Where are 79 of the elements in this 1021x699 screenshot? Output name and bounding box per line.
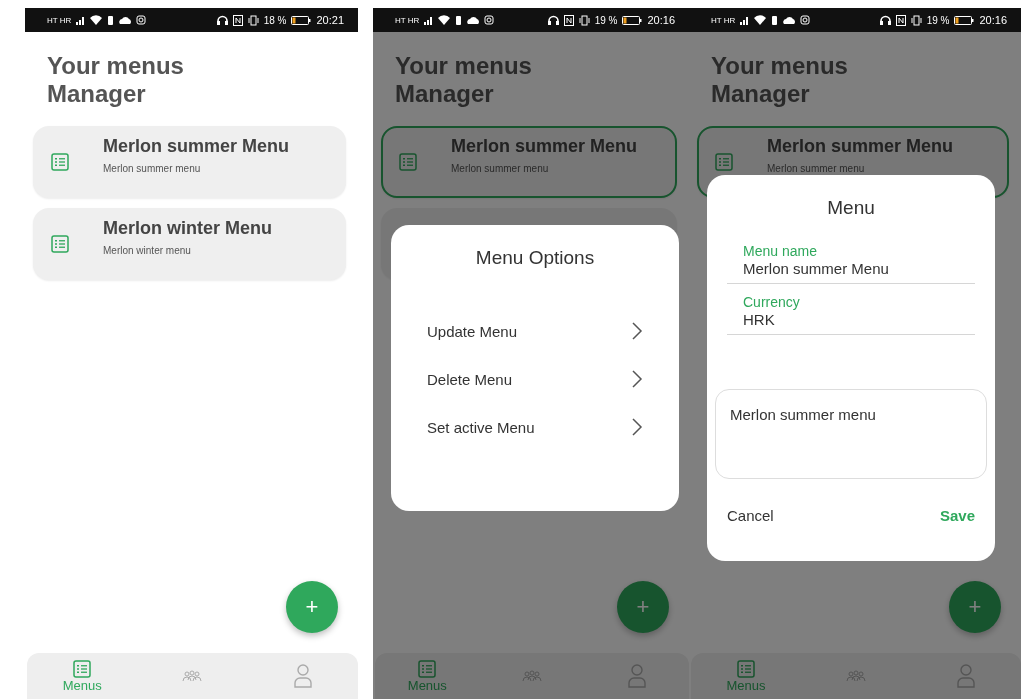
cloud-icon [467,15,480,25]
menu-title: Merlon summer Menu [767,136,954,157]
nfc-icon [895,14,906,26]
headphones-icon [216,15,228,25]
signal-icon [76,15,86,25]
field-value: Merlon summer Menu [743,260,890,277]
battery-saver-icon [771,14,779,26]
field-label: Menu name [743,243,818,259]
signal-icon [424,15,434,25]
list-icon [51,235,69,253]
clock-time: 20:16 [979,14,1007,26]
list-icon [737,659,755,678]
menu-option[interactable]: Update Menu [427,307,643,355]
menu-card[interactable]: Merlon winter Menu Merlon winter menu [33,208,346,280]
camera-icon [484,15,495,25]
people-icon [182,670,203,682]
battery-icon [954,15,975,25]
text-field[interactable]: Currency HRK [727,284,975,335]
nfc-icon [232,14,243,26]
description-field[interactable]: Merlon summer menu [715,389,987,479]
carrier-label: HT HR [711,15,736,25]
battery-percent: 19 % [594,14,618,26]
page-title: Your menus Manager [47,52,185,108]
clock-time: 20:16 [647,14,675,26]
page-title: Your menus Manager [711,52,849,108]
headphones-icon [547,15,559,25]
wifi-icon [754,15,767,25]
battery-percent: 18 % [263,14,287,26]
menu-card[interactable]: Merlon summer Menu Merlon summer menu [381,126,677,198]
battery-saver-icon [107,14,115,26]
nfc-icon [563,14,574,26]
list-icon [399,153,417,171]
menu-title: Merlon winter Menu [103,218,272,239]
menu-option[interactable]: Delete Menu [427,355,643,403]
wifi-icon [90,15,103,25]
clock-time: 20:21 [316,14,344,26]
camera-icon [800,15,811,25]
vibrate-icon [910,14,922,26]
chevron-right-icon [631,418,643,436]
cloud-icon [783,15,796,25]
menu-description: Merlon summer menu [451,163,550,174]
people-icon [846,670,866,682]
carrier-label: HT HR [395,15,420,25]
camera-icon [136,15,147,25]
menu-card[interactable]: Merlon summer Menu Merlon summer menu [33,126,346,198]
battery-percent: 19 % [926,14,950,26]
wifi-icon [438,15,451,25]
field-label: Currency [743,294,801,310]
battery-saver-icon [455,14,463,26]
person-icon [626,664,647,688]
list-icon [73,659,92,678]
person-icon [292,664,313,688]
menu-description: Merlon winter menu [103,245,192,256]
person-icon [956,664,976,688]
chevron-right-icon [631,322,643,340]
vibrate-icon [247,14,259,26]
signal-icon [740,15,750,25]
list-icon [418,659,437,678]
dialog-title: Menu Options [474,247,596,269]
field-value: HRK [743,311,776,328]
chevron-right-icon [631,370,643,388]
list-icon [51,153,69,171]
menu-title: Merlon summer Menu [103,136,290,157]
menu-title: Merlon summer Menu [451,136,638,157]
vibrate-icon [578,14,590,26]
list-icon [715,153,733,171]
dialog-title: Menu [826,197,876,219]
cloud-icon [119,15,132,25]
carrier-label: HT HR [47,15,72,25]
menu-description: Merlon summer menu [767,163,866,174]
page-title: Your menus Manager [395,52,533,108]
menu-option[interactable]: Set active Menu [427,403,643,451]
menu-description: Merlon summer menu [103,163,202,174]
cancel-button[interactable]: Cancel [727,507,774,524]
battery-icon [291,15,312,25]
people-icon [522,670,542,682]
headphones-icon [879,15,891,25]
battery-icon [622,15,643,25]
text-field[interactable]: Menu name Merlon summer Menu [727,233,975,284]
